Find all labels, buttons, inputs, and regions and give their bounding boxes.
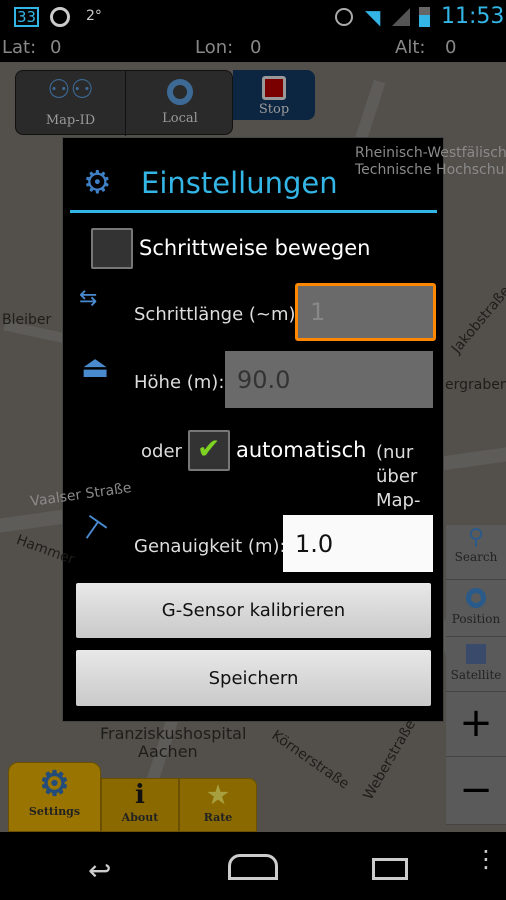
caliper-icon: ⊤ xyxy=(71,508,113,553)
title-divider xyxy=(70,210,437,213)
side-panel: ⚲ Search Position Satellite + − xyxy=(446,525,506,825)
zoom-out-button[interactable]: − xyxy=(446,757,506,825)
step-checkbox[interactable] xyxy=(91,228,133,269)
height-input[interactable]: 90.0 xyxy=(225,351,433,408)
stop-button[interactable]: Stop xyxy=(233,70,315,120)
local-label: Local xyxy=(162,111,198,126)
crosshair-icon xyxy=(167,79,193,105)
auto-checkbox[interactable]: ✔ xyxy=(188,430,230,471)
crosshair-icon xyxy=(466,588,486,608)
signal-icon xyxy=(392,8,410,26)
back-icon[interactable]: ↩ xyxy=(88,854,111,887)
auto-note: (nur über Map- xyxy=(376,442,421,511)
step-checkbox-label: Schrittweise bewegen xyxy=(139,236,371,260)
settings-label: Settings xyxy=(28,805,81,818)
wifi-icon: ◥ xyxy=(365,5,381,29)
map-id-button[interactable]: ⚇⚇ Map-ID xyxy=(16,71,126,136)
position-label: Position xyxy=(451,612,501,626)
save-button[interactable]: Speichern xyxy=(76,650,431,706)
checkmark-icon: ✔ xyxy=(197,432,221,465)
step-length-label: Schrittlänge (~m): xyxy=(134,304,302,325)
footsteps-icon: ⇆ xyxy=(79,286,98,311)
clock: 11:53 xyxy=(441,4,505,29)
rate-label: Rate xyxy=(203,811,233,824)
alt-value: 0 xyxy=(445,37,457,58)
info-icon: i xyxy=(135,780,145,810)
accuracy-input[interactable]: 1.0 xyxy=(283,515,433,572)
search-label: Search xyxy=(454,550,498,564)
notification-badge: 33 xyxy=(14,7,40,27)
satellite-label: Satellite xyxy=(450,668,502,682)
settings-dialog: ⚙ Einstellungen Schrittweise bewegen ⇆ S… xyxy=(62,137,444,722)
navigation-bar: ↩ ⋮ xyxy=(0,832,506,900)
or-label: oder xyxy=(141,441,182,462)
menu-icon[interactable]: ⋮ xyxy=(474,847,498,871)
height-label: Höhe (m): xyxy=(134,372,225,393)
auto-label: automatisch xyxy=(236,438,367,462)
stop-label: Stop xyxy=(258,102,290,117)
status-bar: 33 2° ◥ 11:53 xyxy=(0,0,506,33)
zoom-in-button[interactable]: + xyxy=(446,692,506,757)
local-button[interactable]: Local xyxy=(126,71,234,136)
top-toolbar: ⚇⚇ Map-ID Local xyxy=(15,70,234,136)
alt-label: Alt: xyxy=(395,37,426,58)
satellite-button[interactable]: Satellite xyxy=(446,637,506,692)
lat-value: 0 xyxy=(50,37,62,58)
lon-value: 0 xyxy=(250,37,262,58)
alarm-icon xyxy=(335,8,353,26)
tab-settings[interactable]: ⚙ Settings xyxy=(8,762,101,832)
position-button[interactable]: Position xyxy=(446,580,506,637)
lat-label: Lat: xyxy=(2,37,37,58)
satellite-icon xyxy=(466,644,486,664)
star-icon: ★ xyxy=(207,780,229,809)
dialog-title: Einstellungen xyxy=(141,166,338,200)
battery-charging-icon xyxy=(419,7,430,27)
coordinates-bar: Lat: 0 Lon: 0 Alt: 0 xyxy=(0,33,506,62)
lon-label: Lon: xyxy=(195,37,234,58)
map-id-label: Map-ID xyxy=(45,113,96,128)
tab-rate[interactable]: ★ Rate xyxy=(179,778,257,832)
gears-icon: ⚙ xyxy=(39,764,70,804)
search-button[interactable]: ⚲ Search xyxy=(446,525,506,580)
stop-icon xyxy=(262,76,286,100)
about-label: About xyxy=(121,811,159,824)
gps-icon xyxy=(50,7,70,27)
recent-apps-icon[interactable] xyxy=(372,858,408,880)
gears-icon: ⚙ xyxy=(83,163,112,201)
accuracy-label: Genauigkeit (m): xyxy=(134,536,286,557)
tab-about[interactable]: i About xyxy=(101,778,179,832)
search-icon: ⚲ xyxy=(467,525,485,550)
plug-icon: ⚇⚇ xyxy=(47,75,94,105)
calibrate-button[interactable]: G-Sensor kalibrieren xyxy=(76,583,431,638)
altitude-icon: ⏏ xyxy=(81,350,110,385)
home-icon[interactable] xyxy=(228,854,278,880)
temperature: 2° xyxy=(86,8,102,24)
step-length-input[interactable]: 1 xyxy=(295,283,436,341)
